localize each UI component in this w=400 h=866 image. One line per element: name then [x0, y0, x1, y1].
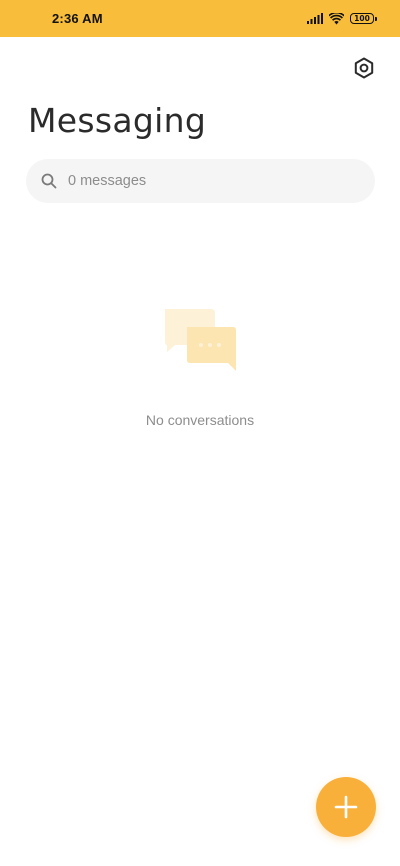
plus-icon: [334, 795, 358, 819]
page-title: Messaging: [28, 101, 207, 140]
search-input[interactable]: [68, 173, 338, 189]
wifi-icon: [329, 12, 344, 25]
new-conversation-button[interactable]: [316, 777, 376, 837]
empty-state-message: No conversations: [145, 412, 255, 428]
messaging-screen: 2:36 AM 100 Messaging 0 messages No conv…: [0, 0, 400, 866]
status-icons: 100: [307, 12, 377, 25]
status-time: 2:36 AM: [52, 11, 103, 26]
signal-icon: [307, 13, 323, 24]
battery-icon: 100: [350, 13, 377, 24]
search-icon: [41, 173, 57, 189]
status-bar: 2:36 AM 100: [0, 0, 400, 37]
settings-button[interactable]: [350, 54, 378, 82]
chat-bubbles-icon: [163, 307, 238, 373]
search-bar[interactable]: [26, 159, 375, 203]
settings-icon: [354, 57, 374, 79]
battery-level: 100: [354, 14, 370, 23]
